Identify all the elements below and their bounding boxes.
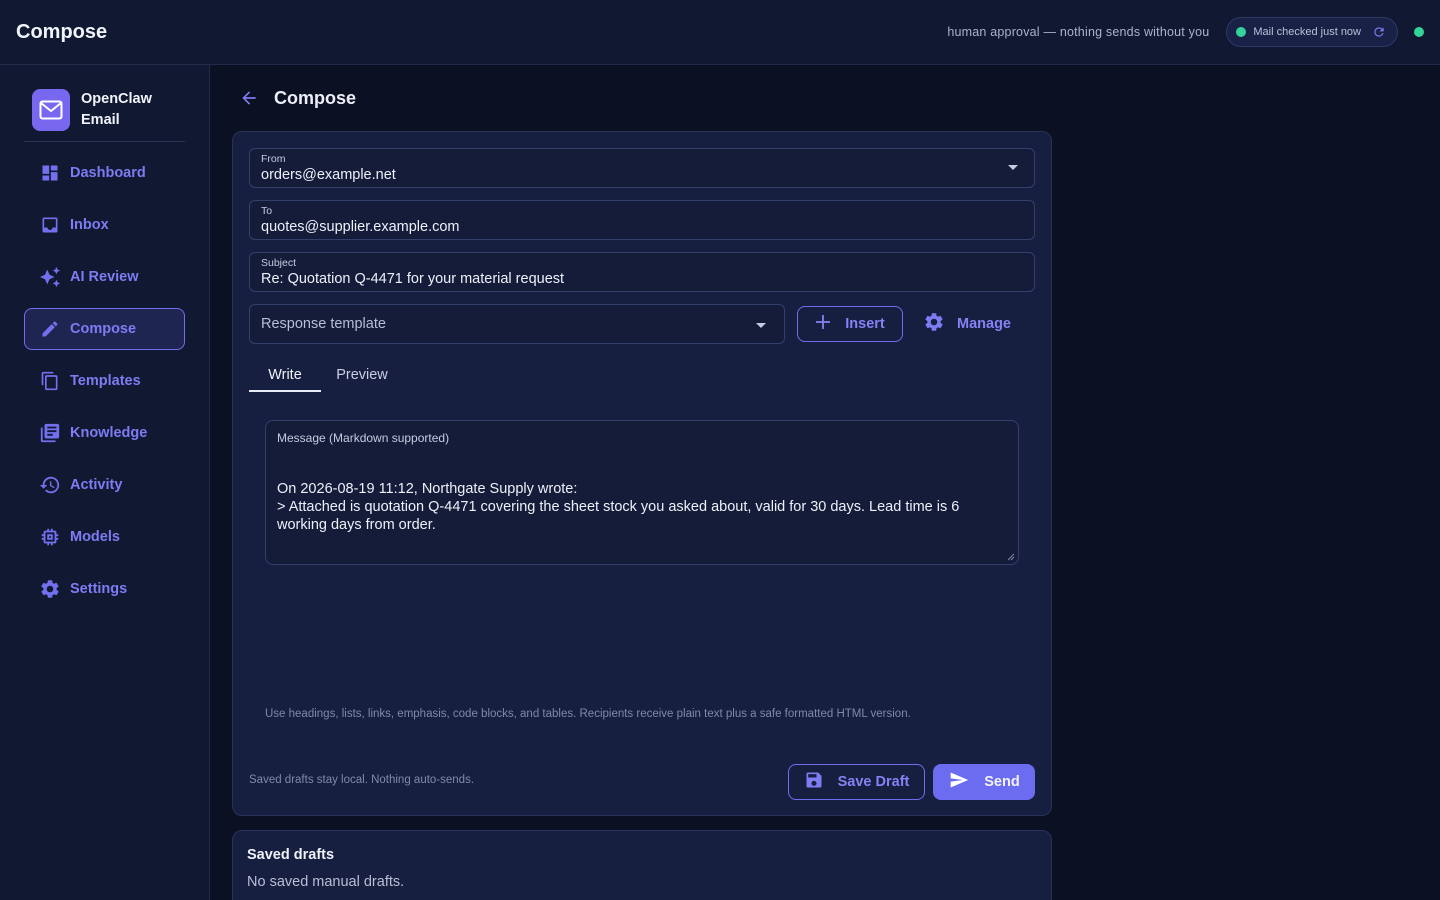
sidebar-item-label: Compose [70, 321, 137, 337]
chip-icon [39, 526, 61, 548]
sidebar-item-templates[interactable]: Templates [24, 360, 185, 402]
message-label: Message (Markdown supported) [277, 431, 450, 445]
gear-icon [923, 311, 945, 337]
insert-button[interactable]: Insert [797, 306, 903, 342]
save-icon [804, 770, 824, 794]
connection-status-dot [1414, 27, 1424, 37]
history-icon [39, 474, 61, 496]
refresh-icon[interactable] [1371, 24, 1387, 40]
inbox-icon [39, 214, 61, 236]
library-icon [39, 422, 61, 444]
from-label: From [261, 153, 286, 165]
sidebar-item-label: Knowledge [70, 425, 148, 441]
to-label: To [261, 205, 273, 217]
saved-drafts-empty: No saved manual drafts. [247, 874, 405, 890]
sidebar: OpenClaw Email Dashboard Inbox AI Review… [0, 65, 210, 900]
compose-card: From orders@example.net To quotes@suppli… [232, 131, 1052, 816]
page-title: Compose [274, 87, 357, 108]
insert-label: Insert [845, 316, 885, 332]
message-line: > Attached is quotation Q-4471 covering … [277, 499, 960, 533]
divider [24, 141, 185, 142]
sidebar-item-label: Dashboard [70, 165, 146, 181]
tab-preview[interactable]: Preview [321, 358, 403, 392]
page-header: Compose [238, 87, 356, 109]
manage-button[interactable]: Manage [923, 306, 1033, 342]
mail-status-text: Mail checked just now [1253, 26, 1361, 38]
pencil-icon [39, 318, 61, 340]
send-button[interactable]: Send [933, 764, 1035, 800]
chevron-down-icon [1008, 165, 1018, 170]
to-value: quotes@supplier.example.com [261, 219, 460, 235]
plus-icon [815, 314, 831, 334]
save-draft-label: Save Draft [837, 774, 910, 790]
status-dot [1236, 27, 1247, 37]
send-label: Send [984, 774, 1020, 790]
manage-label: Manage [957, 316, 1011, 332]
sidebar-item-models[interactable]: Models [24, 516, 185, 558]
mail-status-pill: Mail checked just now [1226, 17, 1398, 47]
sidebar-item-label: Templates [70, 373, 141, 389]
subject-value: Re: Quotation Q-4471 for your material r… [261, 271, 565, 287]
response-template-select[interactable]: Response template [249, 304, 785, 344]
resize-handle-icon[interactable] [1007, 553, 1015, 561]
sidebar-item-label: Activity [70, 477, 123, 493]
sidebar-item-inbox[interactable]: Inbox [24, 204, 185, 246]
sidebar-item-label: Settings [70, 581, 128, 597]
sidebar-item-knowledge[interactable]: Knowledge [24, 412, 185, 454]
approval-notice: human approval — nothing sends without y… [947, 25, 1210, 39]
saved-drafts-card: Saved drafts No saved manual drafts. [232, 830, 1052, 900]
sidebar-item-compose[interactable]: Compose [24, 308, 185, 350]
subject-field[interactable]: Subject Re: Quotation Q-4471 for your ma… [249, 252, 1035, 292]
sidebar-item-label: Models [70, 529, 120, 545]
editor-tabs: Write Preview [249, 358, 403, 392]
save-draft-button[interactable]: Save Draft [788, 764, 925, 800]
subject-label: Subject [261, 257, 297, 269]
from-value: orders@example.net [261, 167, 396, 183]
to-field[interactable]: To quotes@supplier.example.com [249, 200, 1035, 240]
sparkle-icon [39, 266, 61, 288]
copy-icon [39, 370, 61, 392]
sidebar-item-settings[interactable]: Settings [24, 568, 185, 610]
chevron-down-icon [756, 323, 766, 328]
dashboard-icon [39, 162, 61, 184]
brand-name: OpenClaw Email [81, 91, 152, 128]
back-arrow-icon[interactable] [238, 87, 260, 109]
message-textarea[interactable]: Message (Markdown supported) On 2026-08-… [265, 420, 1019, 565]
sidebar-item-ai-review[interactable]: AI Review [24, 256, 185, 298]
send-icon [948, 770, 970, 794]
app-title: Compose [16, 20, 108, 43]
sidebar-item-activity[interactable]: Activity [24, 464, 185, 506]
from-select[interactable]: From orders@example.net [249, 148, 1035, 188]
sidebar-item-label: AI Review [70, 269, 139, 285]
mail-logo-icon [32, 89, 70, 131]
markdown-hint: Use headings, lists, links, emphasis, co… [265, 708, 911, 720]
sidebar-nav: Dashboard Inbox AI Review Compose Templa… [24, 152, 185, 620]
template-placeholder: Response template [261, 316, 386, 332]
sidebar-item-dashboard[interactable]: Dashboard [24, 152, 185, 194]
drafts-note: Saved drafts stay local. Nothing auto-se… [249, 774, 475, 786]
message-body: On 2026-08-19 11:12, Northgate Supply wr… [277, 480, 1007, 534]
saved-drafts-title: Saved drafts [247, 847, 335, 863]
gear-icon [39, 578, 61, 600]
tab-write[interactable]: Write [249, 358, 321, 392]
top-bar: Compose human approval — nothing sends w… [0, 0, 1440, 65]
message-line: On 2026-08-19 11:12, Northgate Supply wr… [277, 481, 578, 497]
brand[interactable]: OpenClaw Email [32, 89, 161, 131]
sidebar-item-label: Inbox [70, 217, 109, 233]
